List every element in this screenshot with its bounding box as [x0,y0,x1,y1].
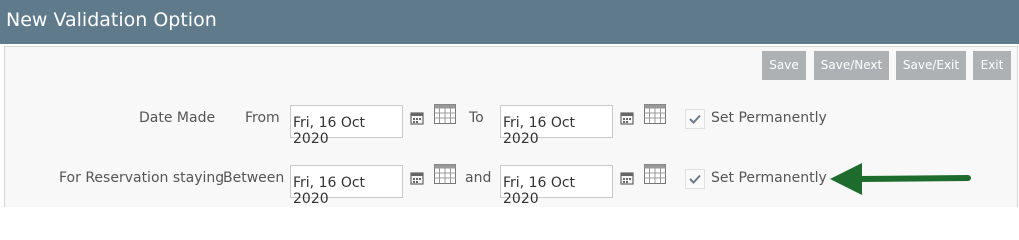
titlebar: New Validation Option [0,0,1019,44]
set-permanently-checkbox[interactable] [685,169,705,189]
staying-between-field[interactable]: Fri, 16 Oct 2020 [290,165,403,207]
exit-button[interactable]: Exit [973,51,1011,80]
calendar-small-icon[interactable] [410,111,424,125]
set-permanently-checkbox[interactable] [685,109,705,129]
date-made-label: Date Made [139,110,216,126]
staying-between-value: Fri, 16 Oct 2020 [293,175,366,207]
calendar-grid-icon[interactable] [644,104,666,124]
staying-and-field[interactable]: Fri, 16 Oct 2020 [500,165,613,207]
save-button[interactable]: Save [762,51,806,80]
page-title: New Validation Option [6,9,217,31]
save-exit-button[interactable]: Save/Exit [896,51,966,80]
and-label: and [465,170,492,186]
date-made-to-field[interactable]: Fri, 16 Oct 2020 [500,105,613,147]
calendar-grid-icon[interactable] [434,104,456,124]
set-permanently-label: Set Permanently [711,110,827,126]
date-made-from-field[interactable]: Fri, 16 Oct 2020 [290,105,403,147]
calendar-small-icon[interactable] [410,171,424,185]
save-next-button[interactable]: Save/Next [814,51,889,80]
set-permanently-label: Set Permanently [711,170,827,186]
staying-and-value: Fri, 16 Oct 2020 [503,175,576,207]
date-made-to-value: Fri, 16 Oct 2020 [503,115,576,147]
calendar-small-icon[interactable] [620,171,634,185]
calendar-small-icon[interactable] [620,111,634,125]
calendar-grid-icon[interactable] [434,164,456,184]
arrow-left-icon [830,163,971,195]
for-reservation-staying-label: For Reservation staying [59,170,225,186]
check-icon [689,114,701,124]
to-label: To [469,110,484,126]
check-icon [689,174,701,184]
from-label: From [245,110,280,126]
between-label: Between [223,170,285,186]
date-made-from-value: Fri, 16 Oct 2020 [293,115,366,147]
calendar-grid-icon[interactable] [644,164,666,184]
